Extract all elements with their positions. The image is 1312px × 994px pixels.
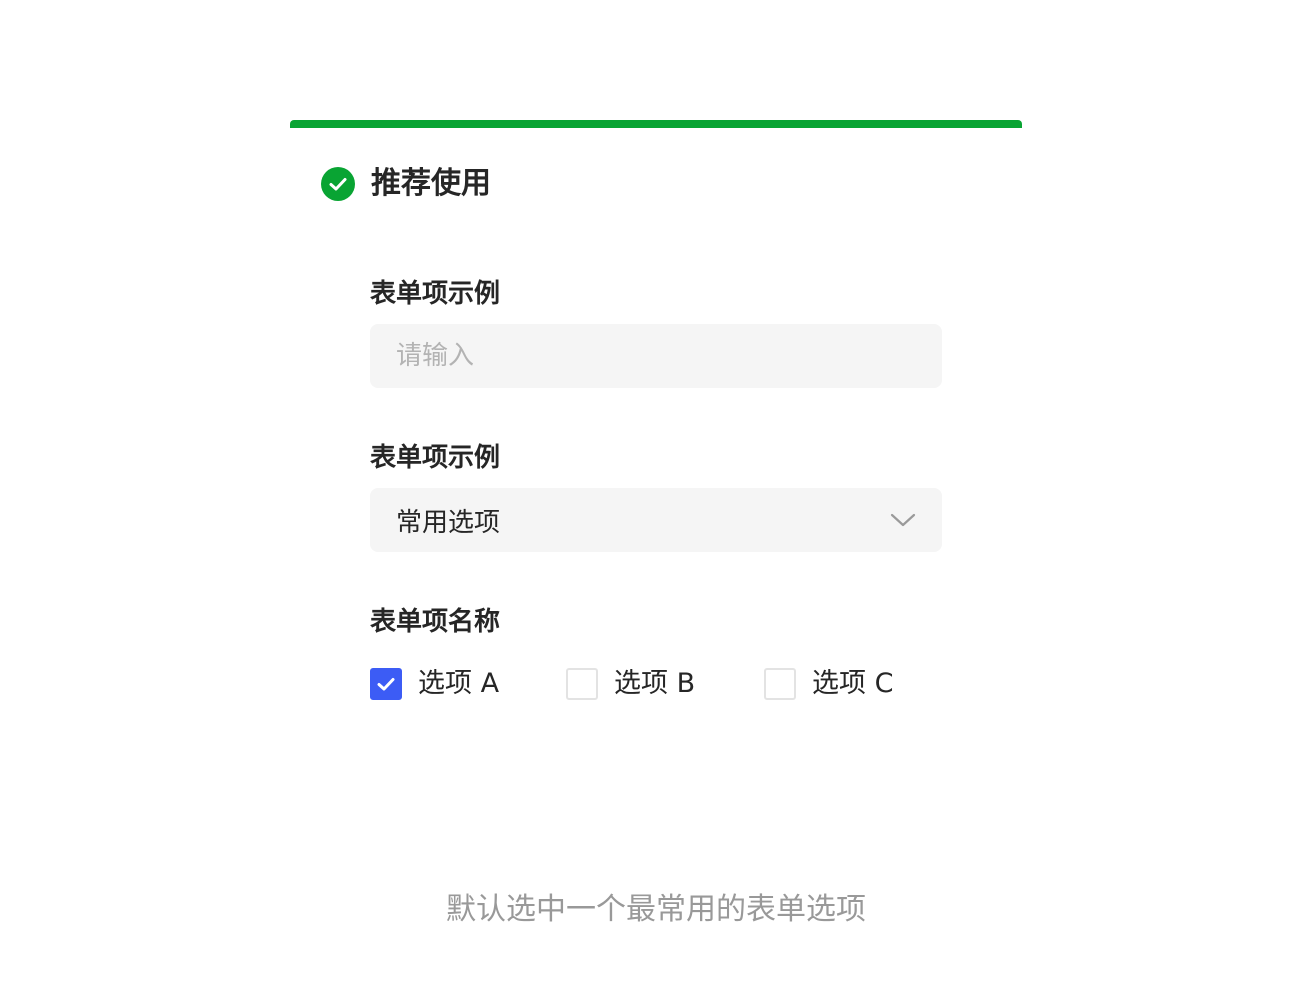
checkbox-option-a[interactable]: 选项 A [370,667,566,701]
text-input-container [370,324,942,388]
checkbox-option-c-label: 选项 C [812,668,894,699]
card-title: 推荐使用 [371,166,491,201]
select-field-label: 表单项示例 [370,443,501,473]
recommended-usage-card: 推荐使用 表单项示例 表单项示例 常用选项 表单项名称 [290,120,1022,760]
select-dropdown[interactable]: 常用选项 [370,488,942,552]
success-accent-bar [290,120,1022,128]
checkbox-unchecked[interactable] [764,668,796,700]
checkbox-group: 选项 A 选项 B 选项 C [370,667,893,701]
checkbox-group-label: 表单项名称 [370,607,501,637]
check-circle-icon [321,167,355,201]
checkbox-option-b[interactable]: 选项 B [566,667,764,701]
checkbox-option-a-label: 选项 A [418,668,500,699]
checkbox-option-b-label: 选项 B [614,668,696,699]
guideline-caption: 默认选中一个最常用的表单选项 [446,892,866,927]
text-field-label: 表单项示例 [370,279,501,309]
card-header: 推荐使用 [321,166,491,202]
checkbox-checked[interactable] [370,668,402,700]
checkmark-icon [377,678,395,691]
checkbox-option-c[interactable]: 选项 C [764,667,893,701]
checkbox-unchecked[interactable] [566,668,598,700]
chevron-down-icon [890,507,916,533]
select-value: 常用选项 [396,507,501,538]
text-input[interactable] [396,341,916,371]
